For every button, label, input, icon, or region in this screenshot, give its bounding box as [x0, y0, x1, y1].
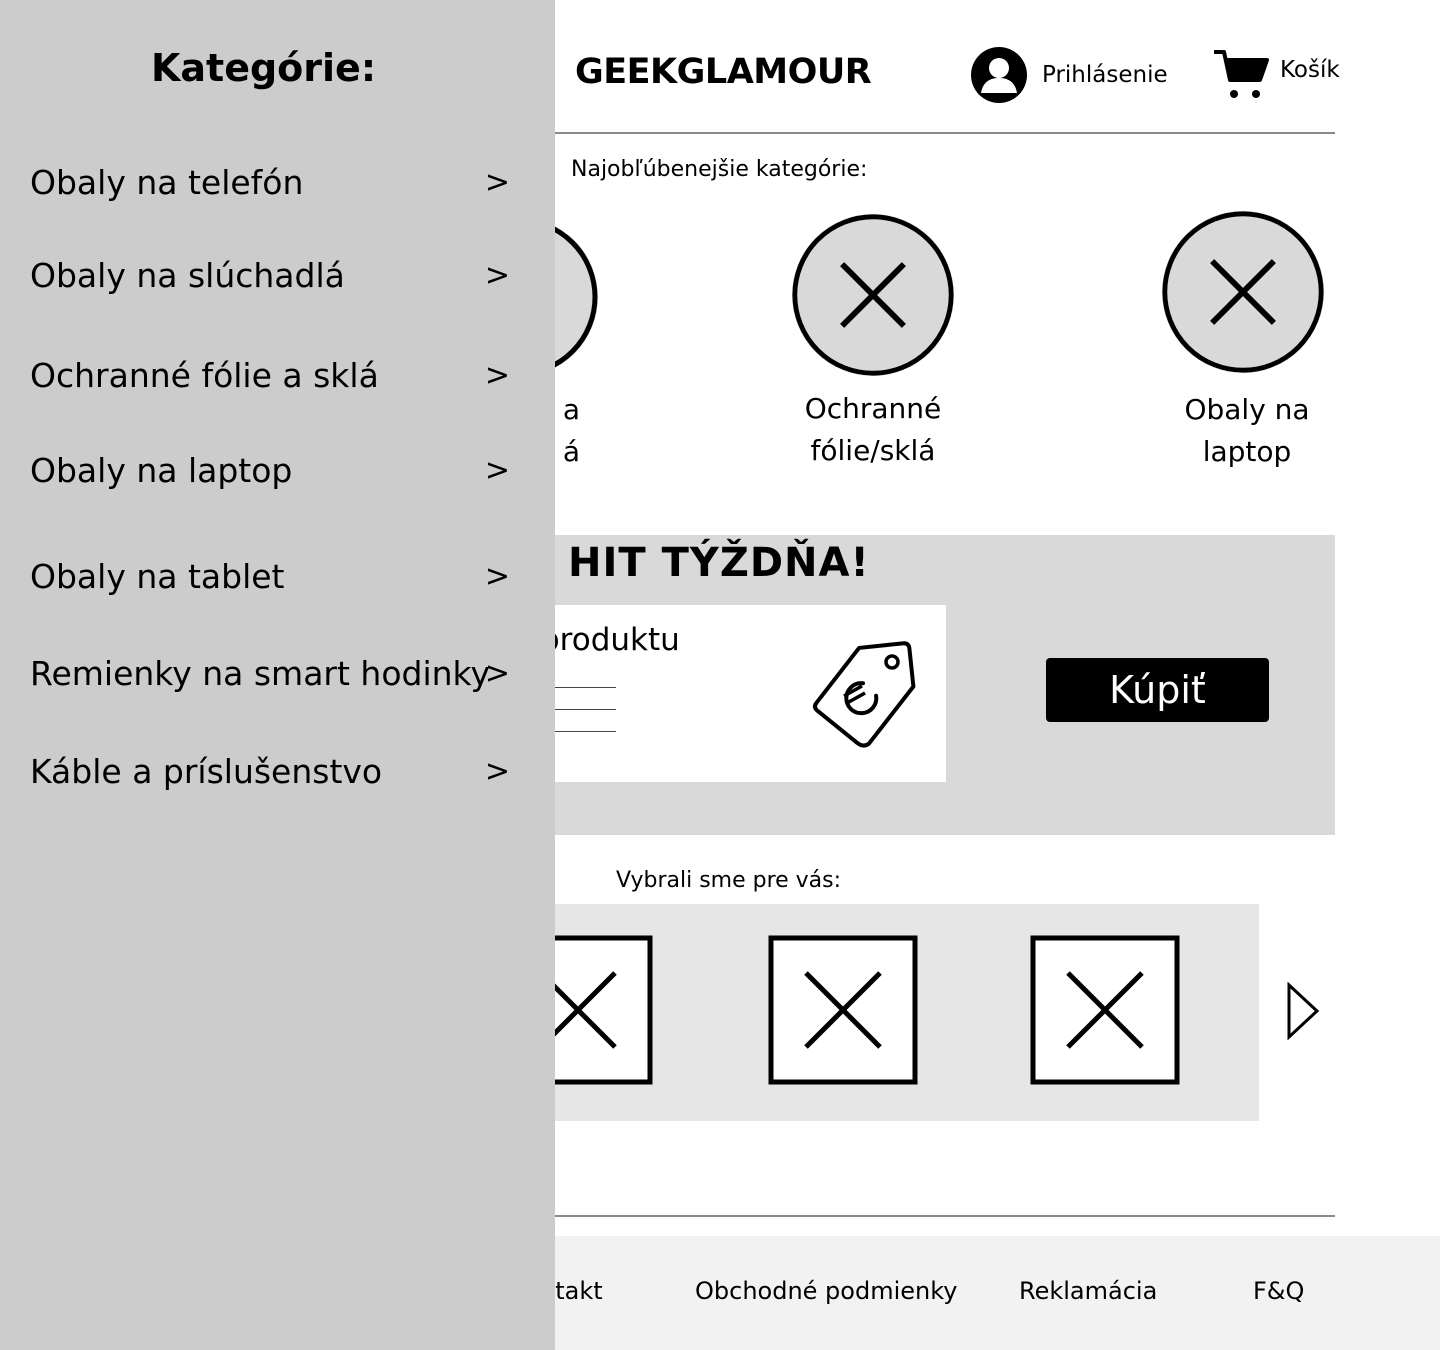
drawer-item-label: Obaly na laptop	[30, 450, 293, 490]
drawer-item-label: Obaly na tablet	[30, 556, 285, 596]
price-tag-euro-icon	[812, 641, 916, 748]
chevron-right-icon: >	[484, 753, 510, 789]
chevron-right-icon[interactable]	[1286, 982, 1320, 1040]
category-drawer: Kategórie: Obaly na telefón > Obaly na s…	[0, 0, 555, 1350]
footer	[555, 1236, 1440, 1350]
chevron-right-icon: >	[484, 655, 510, 691]
text-placeholder-line	[555, 709, 616, 710]
chevron-right-icon: >	[484, 558, 510, 594]
product-placeholder-icon[interactable]	[768, 935, 918, 1085]
chevron-right-icon: >	[484, 452, 510, 488]
footer-link-terms[interactable]: Obchodné podmienky	[695, 1277, 957, 1305]
category-label: Obaly na laptop	[1184, 393, 1310, 468]
category-placeholder-icon[interactable]	[1160, 209, 1326, 375]
user-avatar-icon	[971, 47, 1027, 103]
product-placeholder-icon[interactable]	[1030, 935, 1180, 1085]
login-label: Prihlásenie	[1042, 62, 1168, 88]
chevron-right-icon: >	[484, 164, 510, 200]
cart-label: Košík	[1280, 57, 1340, 83]
drawer-item-label: Obaly na telefón	[30, 162, 304, 202]
chevron-right-icon: >	[484, 257, 510, 293]
drawer-item-label: Káble a príslušenstvo	[30, 751, 383, 791]
drawer-item-label: Obaly na slúchadlá	[30, 255, 345, 295]
drawer-item-label: Ochranné fólie a sklá	[30, 355, 379, 395]
drawer-item-phone-cases[interactable]: Obaly na telefón >	[30, 152, 510, 212]
text-placeholder-line	[555, 731, 616, 732]
recommended-title: Vybrali sme pre vás:	[616, 868, 842, 893]
drawer-item-tablet-cases[interactable]: Obaly na tablet >	[30, 546, 510, 606]
login-link[interactable]: Prihlásenie	[970, 45, 1168, 105]
drawer-item-watch-straps[interactable]: Remienky na smart hodinky >	[30, 643, 510, 703]
drawer-item-label: Remienky na smart hodinky	[30, 653, 491, 693]
footer-link-complaints[interactable]: Reklamácia	[1019, 1277, 1157, 1305]
footer-divider	[555, 1215, 1335, 1217]
drawer-item-laptop-cases[interactable]: Obaly na laptop >	[30, 440, 510, 500]
hit-product-name: produktu	[540, 622, 680, 658]
favorites-title: Najobľúbenejšie kategórie:	[571, 157, 868, 182]
brand-logo[interactable]: GEEKGLAMOUR	[575, 52, 872, 92]
drawer-item-screen-protectors[interactable]: Ochranné fólie a sklá >	[30, 345, 510, 405]
chevron-right-icon: >	[484, 357, 510, 393]
text-placeholder-line	[555, 687, 616, 688]
hit-of-week-title: HIT TÝŽDŇA!	[568, 540, 870, 586]
footer-link-faq[interactable]: F&Q	[1253, 1277, 1304, 1305]
drawer-item-headphone-cases[interactable]: Obaly na slúchadlá >	[30, 245, 510, 305]
header-divider	[555, 132, 1335, 134]
buy-button[interactable]: Kúpiť	[1046, 658, 1269, 722]
category-label: Ochranné fólie/sklá	[804, 392, 942, 467]
drawer-item-cables-accessories[interactable]: Káble a príslušenstvo >	[30, 741, 510, 801]
shopping-cart-icon	[1214, 50, 1269, 98]
category-placeholder-icon[interactable]	[790, 212, 956, 378]
drawer-title: Kategórie:	[150, 46, 377, 90]
cart-link[interactable]: Košík	[1212, 44, 1340, 104]
